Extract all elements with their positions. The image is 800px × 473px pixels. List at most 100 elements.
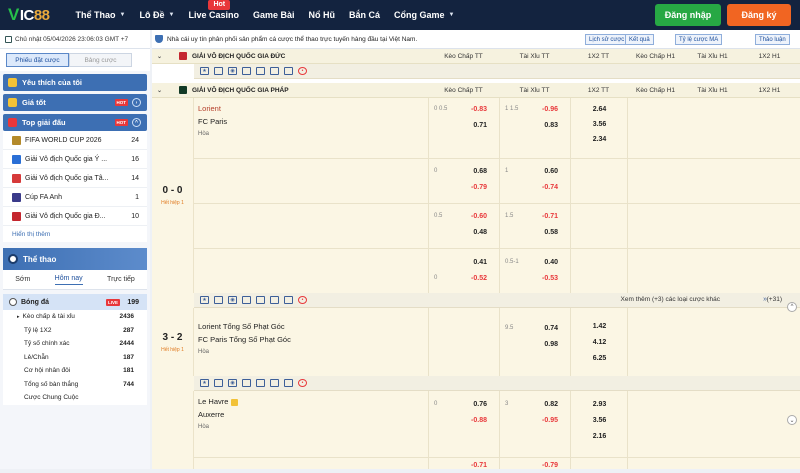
top-leagues-header[interactable]: Top giải đấu HOT ^: [3, 114, 147, 131]
odds-under[interactable]: -0.74: [501, 181, 572, 195]
stats-icon[interactable]: [242, 379, 251, 387]
scroll-up-icon[interactable]: ^: [787, 302, 797, 312]
table-icon[interactable]: [270, 379, 279, 387]
odds-over[interactable]: 9.5 0.74: [501, 322, 572, 336]
more-markets-link[interactable]: Xem thêm (+3) các loại cược khác: [621, 296, 720, 303]
odds-1x2-home[interactable]: 2.93: [571, 398, 628, 412]
odds-over[interactable]: 3 0.82: [501, 398, 572, 412]
eye-icon[interactable]: ◉: [228, 296, 237, 304]
away-team[interactable]: Auxerre: [198, 408, 432, 421]
tv-icon[interactable]: [214, 67, 223, 75]
tab-today[interactable]: Hôm nay: [54, 275, 83, 285]
star-icon[interactable]: ★: [200, 296, 209, 304]
odds-under[interactable]: -0.53: [501, 272, 572, 286]
favorites-header[interactable]: Yêu thích của tôi: [3, 74, 147, 91]
bet-type-odd-even[interactable]: Lẻ/Chẵn 187: [3, 350, 147, 364]
bet-history-button[interactable]: Lịch sử cược: [585, 34, 629, 45]
bet-type-outright[interactable]: Cược Chung Cuộc: [3, 391, 147, 405]
table-icon[interactable]: [270, 296, 279, 304]
odds-under[interactable]: 0.98: [501, 338, 572, 352]
nav-no-hu[interactable]: Nổ Hũ: [309, 0, 336, 30]
odds-1x2-home[interactable]: 1.42: [571, 320, 628, 334]
field-icon[interactable]: [256, 296, 265, 304]
sidebar-league-world-cup[interactable]: FIFA WORLD CUP 2026 24: [3, 131, 147, 150]
odds-1x2-away[interactable]: 3.56: [571, 118, 628, 132]
results-button[interactable]: Kết quả: [625, 34, 654, 45]
league-header-germany[interactable]: ⌄ GIẢI VÔ ĐỊCH QUỐC GIA ĐỨC Kèo Chấp TT …: [152, 49, 800, 64]
odds-handicap-home[interactable]: 0 0.76: [430, 398, 501, 412]
home-team[interactable]: Le Havre: [198, 397, 228, 406]
odds-handicap-home[interactable]: -0.71: [430, 459, 501, 473]
login-button[interactable]: Đăng nhập: [655, 4, 721, 26]
odds-over[interactable]: 0.5-1 0.40: [501, 256, 572, 270]
odds-over[interactable]: 1 1.5 -0.96: [501, 103, 572, 117]
sport-football[interactable]: Bóng đá LIVE 199: [3, 294, 147, 310]
tv-icon[interactable]: [214, 296, 223, 304]
odds-1x2-away[interactable]: 4.12: [571, 336, 628, 350]
away-team[interactable]: FC Paris: [198, 115, 432, 128]
nav-live-casino[interactable]: Hot Live Casino: [188, 0, 239, 30]
field-icon[interactable]: [256, 67, 265, 75]
tab-early[interactable]: Sớm: [15, 276, 30, 283]
league-header-france[interactable]: ⌄ GIẢI VÔ ĐỊCH QUỐC GIA PHÁP Kèo Chấp TT…: [152, 83, 800, 98]
odds-handicap-away[interactable]: -0.79: [430, 181, 501, 195]
tab-bet-slip[interactable]: Phiếu đặt cược: [6, 53, 69, 67]
odds-1x2-home[interactable]: 2.64: [571, 103, 628, 117]
show-more-link[interactable]: Hiển thị thêm: [3, 226, 147, 242]
odds-1x2-draw[interactable]: 6.25: [571, 352, 628, 366]
odds-type-select[interactable]: Tỷ lệ cược MA: [675, 34, 723, 45]
discussion-button[interactable]: Thảo luận: [755, 34, 790, 45]
odds-under[interactable]: 0.58: [501, 226, 572, 240]
field-icon[interactable]: [256, 379, 265, 387]
table-icon[interactable]: [270, 67, 279, 75]
odds-handicap-away[interactable]: 0.48: [430, 226, 501, 240]
nav-cong-game[interactable]: Cổng Game ▼: [394, 0, 454, 30]
eye-icon[interactable]: ◉: [228, 67, 237, 75]
odds-handicap-home[interactable]: 0.41: [430, 256, 501, 270]
eye-icon[interactable]: ◉: [228, 379, 237, 387]
bet-type-handicap[interactable]: ▸ Kèo chấp & tài xỉu 2436: [3, 310, 147, 324]
bet-type-1x2[interactable]: Tỷ lệ 1X2 287: [3, 323, 147, 337]
chat-icon[interactable]: [284, 296, 293, 304]
bet-type-correct-score[interactable]: Tỷ số chính xác 2444: [3, 337, 147, 351]
bet-type-total-goals[interactable]: Tổng số bàn thắng 744: [3, 377, 147, 391]
register-button[interactable]: Đăng ký: [727, 4, 791, 26]
best-odds-header[interactable]: Giá tốt HOT ›: [3, 94, 147, 111]
star-icon[interactable]: ★: [200, 67, 209, 75]
stats-icon[interactable]: [242, 296, 251, 304]
away-team[interactable]: FC Paris Tổng Số Phạt Góc: [198, 333, 432, 346]
vic88-logo[interactable]: V IC 88: [8, 5, 50, 25]
scroll-down-icon[interactable]: ⌄: [787, 415, 797, 425]
home-team[interactable]: Lorient Tổng Số Phạt Góc: [198, 320, 432, 333]
fire-icon[interactable]: •: [298, 296, 307, 304]
stats-icon[interactable]: [242, 67, 251, 75]
odds-1x2-away[interactable]: 3.56: [571, 414, 628, 428]
odds-under[interactable]: 0.83: [501, 119, 572, 133]
bet-type-double-chance[interactable]: Cơ hội nhân đôi 181: [3, 364, 147, 378]
odds-under[interactable]: -0.95: [501, 414, 572, 428]
odds-handicap-home[interactable]: 0 0.68: [430, 165, 501, 179]
sidebar-league-italy[interactable]: Giải Vô địch Quốc gia Ý ... 16: [3, 150, 147, 169]
home-team[interactable]: Lorient: [198, 102, 432, 115]
tab-live[interactable]: Trực tiếp: [107, 276, 135, 283]
odds-handicap-away[interactable]: -0.88: [430, 414, 501, 428]
odds-handicap-away[interactable]: 0.71: [430, 119, 501, 133]
odds-over[interactable]: -0.79: [501, 459, 572, 473]
tab-bet-board[interactable]: Bảng cược: [69, 53, 132, 67]
fire-icon[interactable]: •: [298, 379, 307, 387]
odds-handicap-home[interactable]: 0.5 -0.60: [430, 210, 501, 224]
tv-icon[interactable]: [214, 379, 223, 387]
sidebar-league-germany[interactable]: Giải Vô địch Quốc gia Đ... 10: [3, 207, 147, 226]
nav-lo-de[interactable]: Lô Đề ▼: [139, 0, 174, 30]
nav-the-thao[interactable]: Thể Thao ▼: [76, 0, 126, 30]
odds-1x2-draw[interactable]: 2.16: [571, 430, 628, 444]
odds-handicap-home[interactable]: 0 0.5 -0.83: [430, 103, 501, 117]
sidebar-league-fa-cup[interactable]: Cúp FA Anh 1: [3, 188, 147, 207]
sidebar-league-spain[interactable]: Giải Vô địch Quốc gia Tâ... 14: [3, 169, 147, 188]
nav-ban-ca[interactable]: Bắn Cá: [349, 0, 380, 30]
fire-icon[interactable]: •: [298, 67, 307, 75]
odds-handicap-away[interactable]: 0 -0.52: [430, 272, 501, 286]
chat-icon[interactable]: [284, 67, 293, 75]
chat-icon[interactable]: [284, 379, 293, 387]
odds-1x2-draw[interactable]: 2.34: [571, 133, 628, 147]
